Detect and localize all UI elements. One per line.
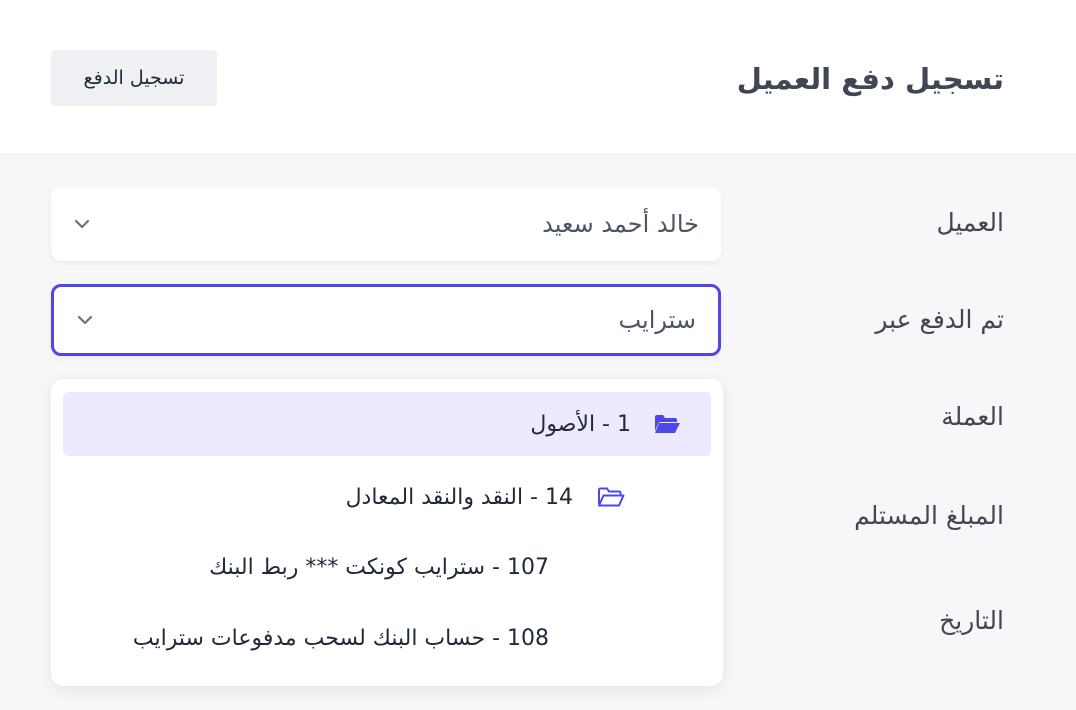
dropdown-option-label: 14 - النقد والنقد المعادل	[345, 484, 573, 510]
page-title: تسجيل دفع العميل	[736, 62, 1004, 96]
chevron-down-icon	[74, 219, 90, 229]
dropdown-option-stripe-bank[interactable]: 108 - حساب البنك لسحب مدفوعات سترايب	[63, 606, 711, 670]
paid-via-dropdown-menu: 1 - الأصول 14 - النقد والنقد المعادل 107…	[51, 379, 723, 686]
folder-open-icon	[598, 487, 625, 507]
paid-via-select[interactable]: سترايب	[51, 284, 721, 356]
dropdown-option-label: 108 - حساب البنك لسحب مدفوعات سترايب	[132, 625, 549, 651]
paid-via-label: تم الدفع عبر	[875, 305, 1004, 334]
folder-open-icon	[655, 415, 680, 433]
dropdown-option-label: 1 - الأصول	[530, 411, 631, 437]
dropdown-option-assets[interactable]: 1 - الأصول	[63, 392, 711, 456]
dropdown-option-label: 107 - سترايب كونكت *** ربط البنك	[209, 554, 549, 580]
client-select[interactable]: خالد أحمد سعيد	[51, 187, 721, 261]
date-label: التاريخ	[939, 606, 1004, 635]
amount-received-label: المبلغ المستلم	[854, 501, 1004, 530]
dropdown-option-cash-equivalents[interactable]: 14 - النقد والنقد المعادل	[63, 465, 711, 529]
client-label: العميل	[936, 208, 1004, 237]
dropdown-option-stripe-connect[interactable]: 107 - سترايب كونكت *** ربط البنك	[63, 535, 711, 599]
record-payment-button[interactable]: تسجيل الدفع	[51, 50, 217, 106]
currency-label: العملة	[941, 402, 1004, 431]
client-select-value: خالد أحمد سعيد	[542, 210, 699, 238]
page-header: تسجيل دفع العميل تسجيل الدفع	[0, 0, 1076, 155]
chevron-down-icon	[77, 315, 93, 325]
paid-via-select-value: سترايب	[618, 306, 696, 334]
